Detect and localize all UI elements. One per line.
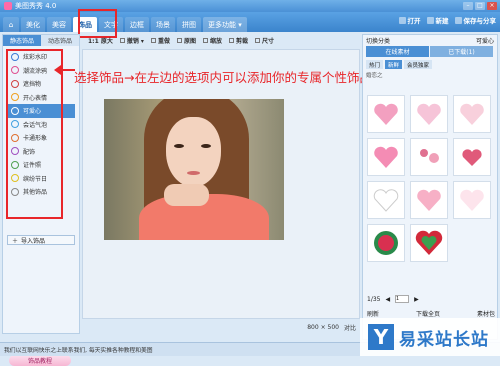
sticker-item[interactable]: [410, 138, 448, 176]
tab-online-material[interactable]: 在线素材: [366, 46, 429, 57]
maximize-icon[interactable]: □: [475, 2, 485, 10]
sticker-item[interactable]: [453, 181, 491, 219]
actual-size-button[interactable]: 1:1 原大: [88, 36, 113, 45]
sticker-item[interactable]: [410, 224, 448, 262]
sticker-item[interactable]: [453, 95, 491, 133]
watermark: Y 易采站长站: [360, 318, 500, 356]
page-indicator: 1/35: [367, 295, 381, 303]
ring-icon: [374, 231, 398, 255]
app-logo-icon: [4, 2, 12, 10]
open-button[interactable]: 打开: [398, 15, 421, 25]
compare-button[interactable]: 对比: [344, 323, 356, 332]
heart-icon: [420, 149, 439, 163]
resize-button[interactable]: 尺寸: [255, 36, 274, 45]
next-page-icon[interactable]: ▶: [414, 296, 419, 303]
sticker-item[interactable]: [410, 181, 448, 219]
tab-static-accessories[interactable]: 静态饰品: [3, 35, 41, 46]
tab-downloaded[interactable]: 已下载(1): [430, 46, 493, 57]
resize-icon: [255, 38, 261, 43]
window-controls: – □ ×: [463, 2, 500, 10]
redo-button[interactable]: 重做: [150, 36, 170, 45]
crop-button[interactable]: 剪裁: [229, 36, 248, 45]
sticker-item[interactable]: [367, 138, 405, 176]
tab-border[interactable]: 边框: [125, 17, 149, 32]
canvas-status: 800 × 500 对比: [82, 322, 360, 333]
new-button[interactable]: 新建: [426, 15, 449, 25]
crop-icon: [229, 38, 234, 43]
sticker-item[interactable]: [367, 224, 405, 262]
subtab-hot[interactable]: 热门: [366, 60, 384, 69]
heart-icon: [415, 230, 443, 255]
save-share-button[interactable]: 保存与分享: [454, 15, 496, 25]
heart-icon: [373, 189, 399, 212]
zoom-icon: [202, 38, 208, 43]
instruction-callout: 选择饰品→在左边的选项内可以添加你的专属个性饰品: [74, 70, 372, 85]
redo-icon: [150, 38, 156, 43]
save-icon: [454, 16, 462, 24]
heart-icon: [374, 103, 398, 125]
subtab-member[interactable]: 会员独家: [404, 60, 433, 69]
subtab-new[interactable]: 新鲜: [385, 60, 403, 69]
heart-icon: [374, 146, 398, 168]
switch-category-label[interactable]: 切换分类: [366, 36, 390, 45]
material-actions: 刷新 下载全页 素材包: [367, 309, 495, 318]
undo-icon: [119, 38, 125, 43]
heart-icon: [460, 189, 484, 211]
right-panel: 切换分类 可爱心 在线素材 已下载(1) 热门 新鲜 会员独家 婚恋之 1/35…: [362, 34, 498, 340]
folder-icon: [398, 16, 406, 24]
edit-toolbar: 1:1 原大 撤销 ▾ 重做 原图 缩放 剪裁 尺寸: [82, 34, 360, 47]
minimize-icon[interactable]: –: [463, 2, 473, 10]
tab-face[interactable]: 美容: [47, 17, 71, 32]
callout-arrow-icon: [54, 65, 75, 75]
plus-icon: ＋: [12, 237, 19, 245]
tab-beautify[interactable]: 美化: [21, 17, 45, 32]
import-accessory-button[interactable]: ＋导入饰品: [7, 235, 75, 245]
image-size: 800 × 500: [307, 324, 339, 331]
prev-page-icon[interactable]: ◀: [385, 296, 390, 303]
sticker-item[interactable]: [453, 138, 491, 176]
sticker-item[interactable]: [367, 181, 405, 219]
home-icon[interactable]: ⌂: [3, 17, 19, 32]
heart-icon: [417, 189, 441, 211]
pager: 1/35 ◀ ▶: [367, 295, 495, 303]
watermark-text: 易采站长站: [399, 329, 489, 350]
original-button[interactable]: 原图: [176, 36, 196, 45]
status-text: 我们以互联网快乐之上联系我们, 每天实推各种教程和美图: [4, 348, 153, 354]
zoom-button[interactable]: 缩放: [202, 36, 222, 45]
tab-collage[interactable]: 拼图: [177, 17, 201, 32]
tab-scene[interactable]: 场景: [151, 17, 175, 32]
plus-icon: [426, 16, 434, 24]
tab-animated-accessories[interactable]: 动态饰品: [41, 35, 79, 46]
title-bar: 美图秀秀 4.0 – □ ×: [0, 0, 500, 12]
sticker-grid: [367, 95, 495, 262]
close-icon[interactable]: ×: [487, 2, 497, 10]
undo-button[interactable]: 撤销 ▾: [119, 36, 144, 45]
heart-icon: [462, 149, 482, 166]
file-actions: 打开 新建 保存与分享: [398, 15, 496, 25]
sticker-item[interactable]: [367, 95, 405, 133]
edited-photo[interactable]: [104, 99, 284, 240]
tab-more[interactable]: 更多功能 ▾: [203, 17, 247, 32]
sticker-item[interactable]: [410, 95, 448, 133]
material-pack-button[interactable]: 素材包: [477, 309, 495, 318]
heart-icon: [460, 103, 484, 125]
download-page-button[interactable]: 下载全页: [416, 309, 440, 318]
page-input[interactable]: [395, 295, 410, 303]
sub-tag[interactable]: 婚恋之: [366, 71, 383, 79]
heart-icon: [417, 103, 441, 125]
refresh-button[interactable]: 刷新: [367, 309, 379, 318]
original-icon: [176, 38, 182, 43]
accessory-tutorial-button[interactable]: 饰品教程: [9, 355, 71, 366]
current-category[interactable]: 可爱心: [476, 36, 494, 45]
watermark-logo-icon: Y: [368, 324, 394, 350]
window-title: 美图秀秀 4.0: [15, 2, 57, 10]
